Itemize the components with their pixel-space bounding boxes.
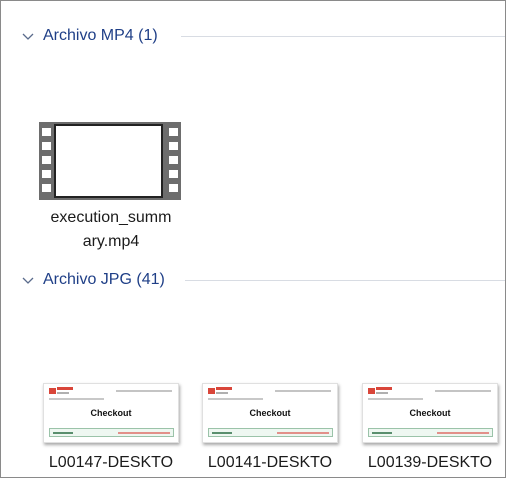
chevron-down-icon[interactable] — [21, 30, 35, 44]
thumbnail-page-title: Checkout — [409, 408, 451, 418]
group-header-jpg[interactable]: Archivo JPG (41) — [1, 269, 505, 293]
logo-icon — [208, 388, 215, 394]
video-file-icon — [39, 122, 181, 200]
group-divider — [181, 36, 505, 37]
group-title: Archivo MP4 (1) — [43, 27, 158, 44]
group-header-mp4[interactable]: Archivo MP4 (1) — [1, 25, 505, 49]
chevron-down-icon[interactable] — [21, 274, 35, 288]
group-divider — [185, 280, 505, 281]
image-thumbnail: Checkout — [202, 383, 338, 443]
thumbnail-page-title: Checkout — [249, 408, 291, 418]
logo-icon — [49, 388, 56, 394]
file-name-line1: execution_summ — [50, 209, 172, 226]
image-thumbnail: Checkout — [362, 383, 498, 443]
file-explorer-view: Archivo MP4 (1) execution_summ ary.mp4 A… — [0, 0, 506, 478]
video-preview-frame — [54, 124, 163, 198]
file-name: L00141-DESKTO — [207, 454, 333, 471]
image-thumbnail: Checkout — [43, 383, 179, 443]
file-name: L00147-DESKTO — [48, 454, 174, 471]
file-name-line2: ary.mp4 — [82, 233, 140, 250]
group-title: Archivo JPG (41) — [43, 271, 165, 288]
thumbnail-page-title: Checkout — [90, 408, 132, 418]
file-name: L00139-DESKTO — [367, 454, 493, 471]
logo-icon — [368, 388, 375, 394]
